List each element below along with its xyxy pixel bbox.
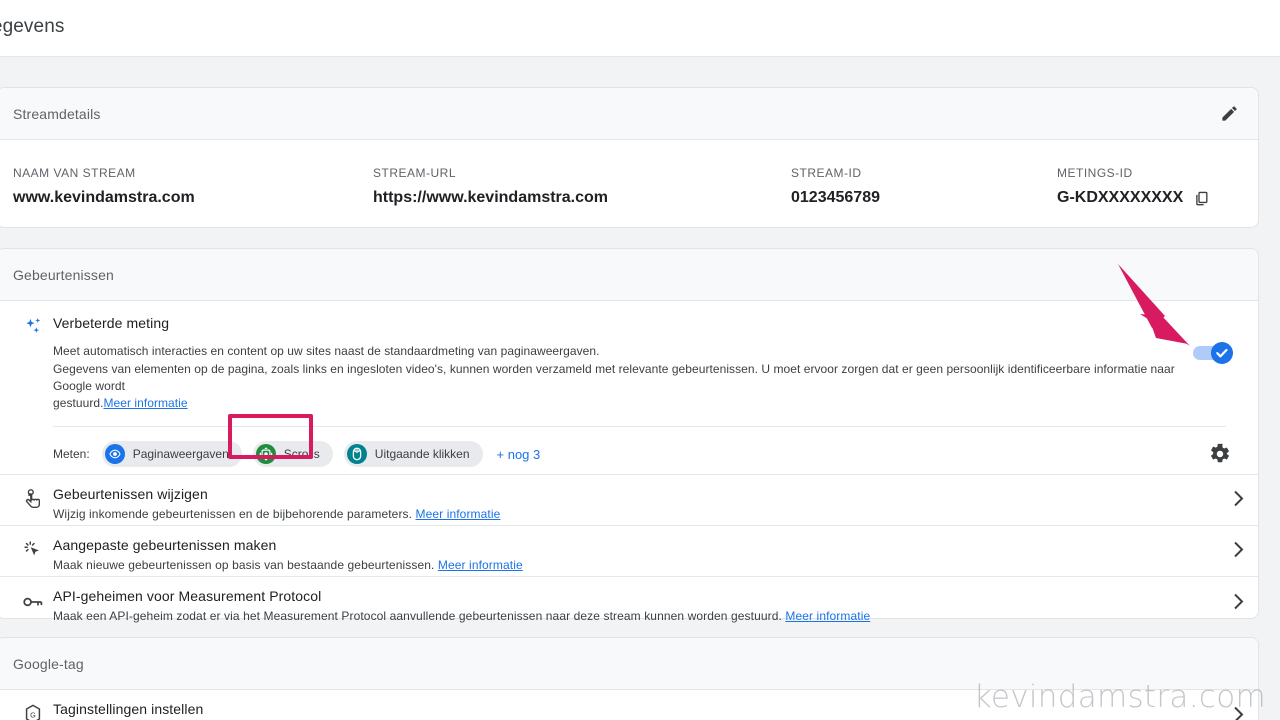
field-stream-name: NAAM VAN STREAM www.kevindamstra.com: [0, 166, 357, 207]
field-label: STREAM-ID: [791, 166, 862, 180]
field-stream-id: STREAM-ID 0123456789: [775, 166, 1041, 207]
field-value: www.kevindamstra.com: [13, 189, 195, 206]
field-value: 0123456789: [791, 189, 880, 206]
description-line-3: gestuurd.: [53, 396, 104, 410]
chip-scrolls[interactable]: Scrolls: [252, 441, 333, 467]
events-card: Gebeurtenissen Verbeterde meting Meet au…: [0, 248, 1259, 623]
divider: [53, 426, 1226, 427]
measuring-chips-row: Meten: Paginaweergaven Scrolls Uitgaande…: [13, 441, 1242, 467]
chip-label: Paginaweergaven: [132, 447, 229, 461]
field-measurement-id: METINGS-ID G-KDXXXXXXXX: [1041, 166, 1241, 207]
row-desc-text: Wijzig inkomende gebeurtenissen en de bi…: [53, 507, 413, 521]
events-header-title: Gebeurtenissen: [13, 266, 114, 283]
sparkle-icon: [13, 315, 53, 338]
chip-label: Uitgaande klikken: [374, 447, 470, 461]
field-value: https://www.kevindamstra.com: [373, 189, 609, 206]
row-create-custom-events[interactable]: Aangepaste gebeurtenissen maken Maak nie…: [0, 526, 1258, 577]
chip-label: Scrolls: [283, 447, 320, 461]
field-value-row: G-KDXXXXXXXX: [1057, 189, 1241, 207]
chevron-right-icon[interactable]: [1233, 541, 1244, 562]
row-body: Gebeurtenissen wijzigen Wijzig inkomende…: [53, 486, 1242, 523]
row-desc-text: Maak nieuwe gebeurtenissen op basis van …: [53, 558, 435, 572]
row-title: Aangepaste gebeurtenissen maken: [53, 537, 277, 553]
field-label: METINGS-ID: [1057, 166, 1133, 180]
gear-icon[interactable]: [1206, 440, 1234, 468]
page-title: eamgegevens: [0, 16, 65, 37]
top-bar: eamgegevens: [0, 0, 1280, 57]
eye-icon: [104, 444, 125, 464]
row-desc: Wijzig inkomende gebeurtenissen en de bi…: [53, 506, 1242, 523]
copy-icon[interactable]: [1193, 190, 1210, 207]
mouse-icon: [346, 444, 367, 464]
key-icon: [13, 588, 53, 614]
row-desc: Maak nieuwe gebeurtenissen op basis van …: [53, 557, 1242, 574]
row-body: Aangepaste gebeurtenissen maken Maak nie…: [53, 537, 1242, 574]
description-line-3-wrap: gestuurd.Meer informatie: [53, 395, 1193, 412]
stream-details-header-title: Streamdetails: [13, 105, 101, 122]
more-info-link[interactable]: Meer informatie: [785, 609, 870, 623]
measuring-label: Meten:: [53, 447, 90, 461]
app-root: eamgegevens Streamdetails NAAM VAN STREA…: [0, 0, 1280, 720]
row-api-secrets[interactable]: API-geheimen voor Measurement Protocol M…: [0, 577, 1258, 628]
chevron-right-icon[interactable]: [1233, 592, 1244, 613]
events-header: Gebeurtenissen: [0, 249, 1258, 301]
svg-text:G: G: [30, 710, 36, 719]
chevron-right-icon[interactable]: [1233, 490, 1244, 511]
stream-details-header: Streamdetails: [0, 88, 1258, 140]
enhanced-measurement-row: Verbeterde meting Meet automatisch inter…: [0, 301, 1258, 475]
stream-details-card: Streamdetails NAAM VAN STREAM www.kevind…: [0, 87, 1259, 228]
row-desc: Maak een API-geheim zodat er via het Mea…: [53, 608, 1242, 625]
field-label: STREAM-URL: [373, 166, 457, 180]
more-chips-link[interactable]: + nog 3: [497, 447, 541, 462]
description-line-2: Gegevens van elementen op de pagina, zoa…: [53, 362, 1175, 393]
watermark: kevindamstra.com: [973, 679, 1266, 715]
field-label: NAAM VAN STREAM: [13, 166, 136, 180]
row-modify-events[interactable]: Gebeurtenissen wijzigen Wijzig inkomende…: [0, 475, 1258, 526]
scroll-target-icon: [255, 444, 276, 464]
enhanced-measurement-toggle[interactable]: [1192, 341, 1234, 370]
row-desc-text: Maak een API-geheim zodat er via het Mea…: [53, 609, 782, 623]
field-stream-url: STREAM-URL https://www.kevindamstra.com: [357, 166, 775, 207]
enhanced-measurement-title: Verbeterde meting: [53, 315, 170, 331]
more-info-link[interactable]: Meer informatie: [438, 558, 523, 572]
row-title: Gebeurtenissen wijzigen: [53, 486, 208, 502]
field-value: G-KDXXXXXXXX: [1057, 189, 1184, 206]
google-tag-header-title: Google-tag: [13, 655, 84, 672]
chip-uitgaande-klikken[interactable]: Uitgaande klikken: [343, 441, 483, 467]
click-spark-icon: [13, 537, 53, 561]
description-line-1: Meet automatisch interacties en content …: [53, 344, 600, 358]
row-title: API-geheimen voor Measurement Protocol: [53, 588, 322, 604]
stream-details-fields: NAAM VAN STREAM www.kevindamstra.com STR…: [0, 140, 1258, 207]
tag-icon: G: [13, 701, 53, 720]
tap-hand-icon: [13, 486, 53, 510]
row-body: API-geheimen voor Measurement Protocol M…: [53, 588, 1242, 625]
more-info-link[interactable]: Meer informatie: [416, 507, 501, 521]
enhanced-measurement-description: Meet automatisch interacties en content …: [53, 343, 1193, 412]
chip-paginaweergaven[interactable]: Paginaweergaven: [101, 441, 242, 467]
pencil-icon[interactable]: [1214, 99, 1244, 129]
enhanced-measurement-body: Verbeterde meting Meet automatisch inter…: [53, 315, 1242, 412]
more-info-link[interactable]: Meer informatie: [103, 396, 187, 410]
